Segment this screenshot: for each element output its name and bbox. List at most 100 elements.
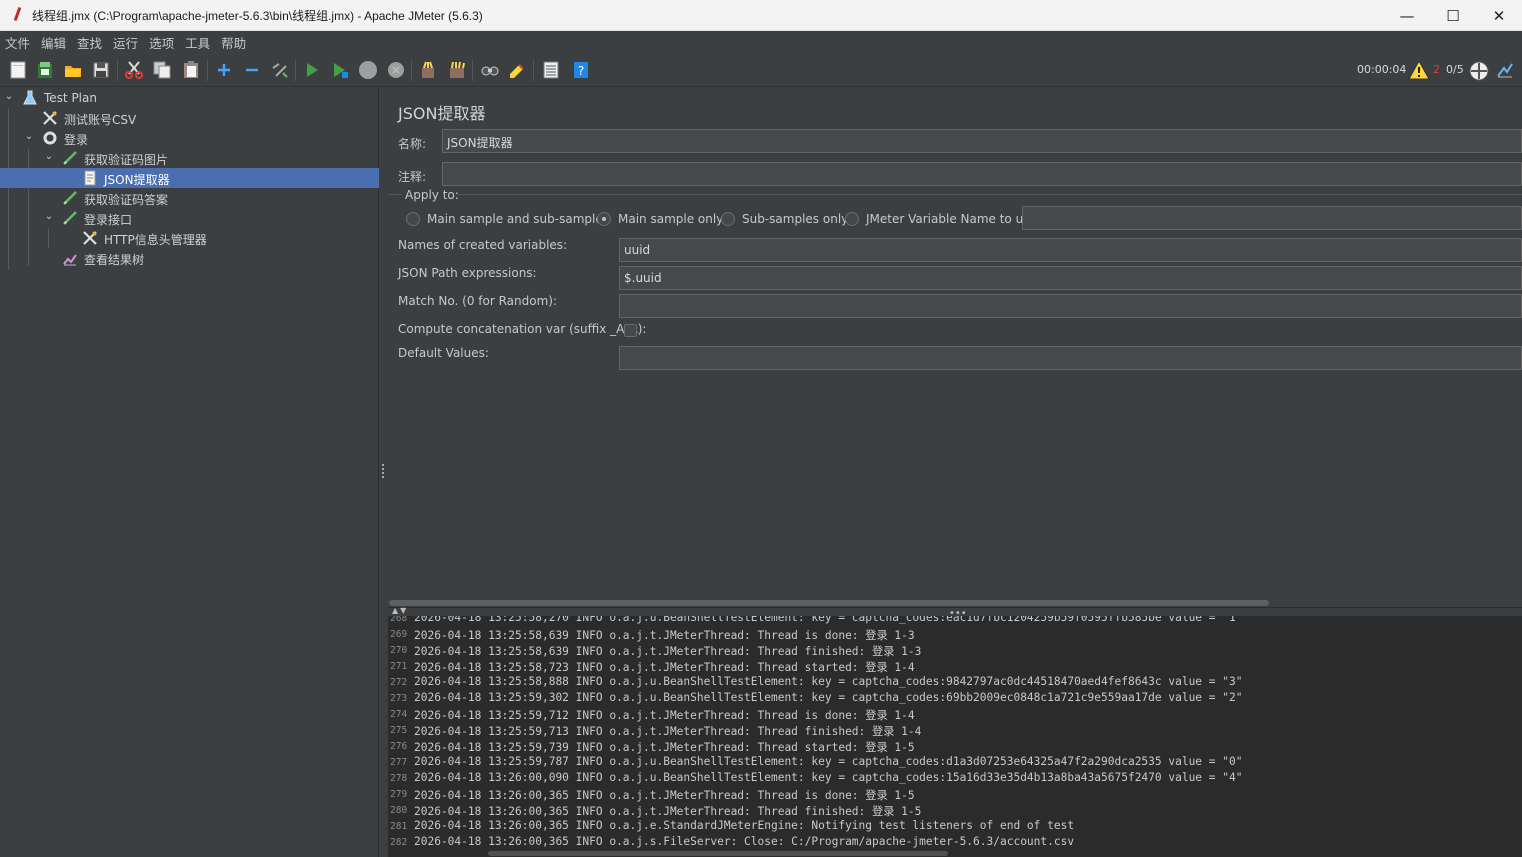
menu-bar: 文件 编辑 查找 运行 选项 工具 帮助 [0,31,1522,53]
tree-item-get-captcha-image[interactable]: ⌄ 获取验证码图片 [0,148,379,168]
tree-item-get-captcha-answer[interactable]: 获取验证码答案 [0,188,379,208]
concatenation-checkbox[interactable] [624,324,637,337]
menu-file[interactable]: 文件 [4,33,36,52]
tree-item-login-api[interactable]: ⌄ 登录接口 [0,208,379,228]
post-processor-icon [84,170,96,186]
tree-item-test-plan[interactable]: ⌄ Test Plan [0,88,379,108]
chevron-down-icon[interactable]: ⌄ [4,92,14,102]
menu-tools[interactable]: 工具 [184,33,216,52]
maximize-button[interactable]: ☐ [1430,0,1476,31]
tree-item-csv-config[interactable]: 测试账号CSV [0,108,379,128]
function-helper-icon[interactable] [541,60,561,80]
tree-item-label: 登录 [64,133,89,147]
templates-icon[interactable] [35,60,55,80]
radio-jmeter-variable[interactable] [845,212,859,226]
sampler-icon [63,151,77,165]
search-icon[interactable] [480,60,500,80]
open-icon[interactable] [63,60,83,80]
radio-main-only[interactable] [597,212,611,226]
jmeter-feather-icon [10,7,24,23]
log-line: 281 2026-04-18 13:26:00,365 INFO o.a.j.e.… [390,819,1075,832]
radio-label: Main sample only [618,212,724,226]
log-line: 272 2026-04-18 13:25:58,888 INFO o.a.j.u.… [390,675,1243,688]
radio-label: JMeter Variable Name to use [866,212,1037,226]
log-line: 274 2026-04-18 13:25:59,712 INFO o.a.j.t.… [390,709,915,722]
reset-search-icon[interactable] [507,60,527,80]
tree-item-label: 查看结果树 [84,253,145,267]
stop-icon[interactable] [358,60,378,80]
panel-horizontal-scrollbar[interactable] [388,598,1522,607]
chevron-down-icon[interactable]: ⌄ [44,212,54,222]
log-viewer-icon[interactable] [1496,60,1514,80]
chevron-down-icon[interactable]: ⌄ [44,152,54,162]
expand-icon[interactable] [214,60,234,80]
menu-edit[interactable]: 编辑 [40,33,72,52]
config-element-icon [43,111,57,125]
log-line: 277 2026-04-18 13:25:59,787 INFO o.a.j.u.… [390,755,1243,768]
log-line: 273 2026-04-18 13:25:59,302 INFO o.a.j.u.… [390,691,1243,704]
menu-help[interactable]: 帮助 [220,33,252,52]
sampler-icon [63,211,77,225]
match-no-label: Match No. (0 for Random): [398,294,558,308]
tree-item-label: 测试账号CSV [64,113,137,127]
clear-icon[interactable] [418,60,438,80]
menu-run[interactable]: 运行 [112,33,144,52]
jmeter-variable-name-field[interactable] [1022,206,1522,230]
shutdown-icon[interactable] [386,60,406,80]
new-icon[interactable] [8,60,28,80]
menu-options[interactable]: 选项 [148,33,180,52]
match-no-field[interactable] [619,294,1522,318]
default-values-field[interactable] [619,346,1522,370]
tree-item-json-extractor[interactable]: JSON提取器 [0,168,379,188]
svg-text:?: ? [578,64,584,78]
radio-main-and-sub[interactable] [406,212,420,226]
json-extractor-panel: JSON提取器 名称: JSON提取器 注释: Apply to: Main s… [388,88,1522,599]
log-viewer: 268 2026-04-18 13:25:58,270 INFO o.a.j.u.… [388,616,1522,857]
minimize-button[interactable]: — [1384,0,1430,31]
collapse-arrows-icon[interactable]: ▲▼ [392,606,408,615]
tree-item-results-tree[interactable]: 查看结果树 [0,248,379,268]
menu-search[interactable]: 查找 [76,33,108,52]
name-field[interactable]: JSON提取器 [442,129,1522,153]
log-line: 278 2026-04-18 13:26:00,090 INFO o.a.j.u.… [390,771,1243,784]
toolbar: ? 00:00:04 2 0/5 [0,53,1522,87]
tree-item-label: JSON提取器 [104,173,170,187]
tree-item-label: Test Plan [44,91,97,105]
paste-icon[interactable] [181,60,201,80]
log-line: 269 2026-04-18 13:25:58,639 INFO o.a.j.t.… [390,629,915,642]
test-plan-icon [23,90,37,105]
radio-label: Sub-samples only [742,212,849,226]
tree-item-label: HTTP信息头管理器 [104,233,207,247]
split-pane-divider[interactable] [379,88,388,857]
radio-sub-only[interactable] [721,212,735,226]
test-plan-tree: ⌄ Test Plan 测试账号CSV ⌄ 登录 ⌄ 获取验证码图片 JSON提… [0,88,379,857]
start-no-pause-icon[interactable] [330,60,350,80]
chevron-down-icon[interactable]: ⌄ [24,132,34,142]
clear-all-icon[interactable] [447,60,467,80]
json-path-field[interactable]: $.uuid [619,266,1522,290]
comment-field[interactable] [442,162,1522,186]
log-horizontal-scrollbar[interactable] [388,850,1522,857]
start-icon[interactable] [302,60,322,80]
log-line: 271 2026-04-18 13:25:58,723 INFO o.a.j.t.… [390,661,915,674]
tree-item-label: 获取验证码图片 [84,153,169,167]
log-line: 282 2026-04-18 13:26:00,365 INFO o.a.j.s.… [390,835,1075,848]
tree-item-header-manager[interactable]: HTTP信息头管理器 [0,228,379,248]
help-icon[interactable]: ? [571,60,591,80]
remote-engines-icon[interactable] [1468,60,1490,82]
collapse-icon[interactable] [242,60,262,80]
window-titlebar: 线程组.jmx (C:\Program\apache-jmeter-5.6.3\… [0,0,1522,31]
thread-group-icon [43,131,57,145]
variable-names-label: Names of created variables: [398,238,568,252]
save-icon[interactable] [91,60,111,80]
warning-icon[interactable] [1408,60,1430,80]
toggle-icon[interactable] [270,60,290,80]
variable-names-field[interactable]: uuid [619,238,1522,262]
tree-item-thread-group[interactable]: ⌄ 登录 [0,128,379,148]
cut-icon[interactable] [124,60,144,80]
copy-icon[interactable] [152,60,172,80]
json-path-label: JSON Path expressions: [398,266,537,280]
log-split-divider[interactable]: ▲▼ ••• [388,606,1522,619]
sampler-icon [63,191,77,205]
close-button[interactable]: ✕ [1476,0,1522,31]
